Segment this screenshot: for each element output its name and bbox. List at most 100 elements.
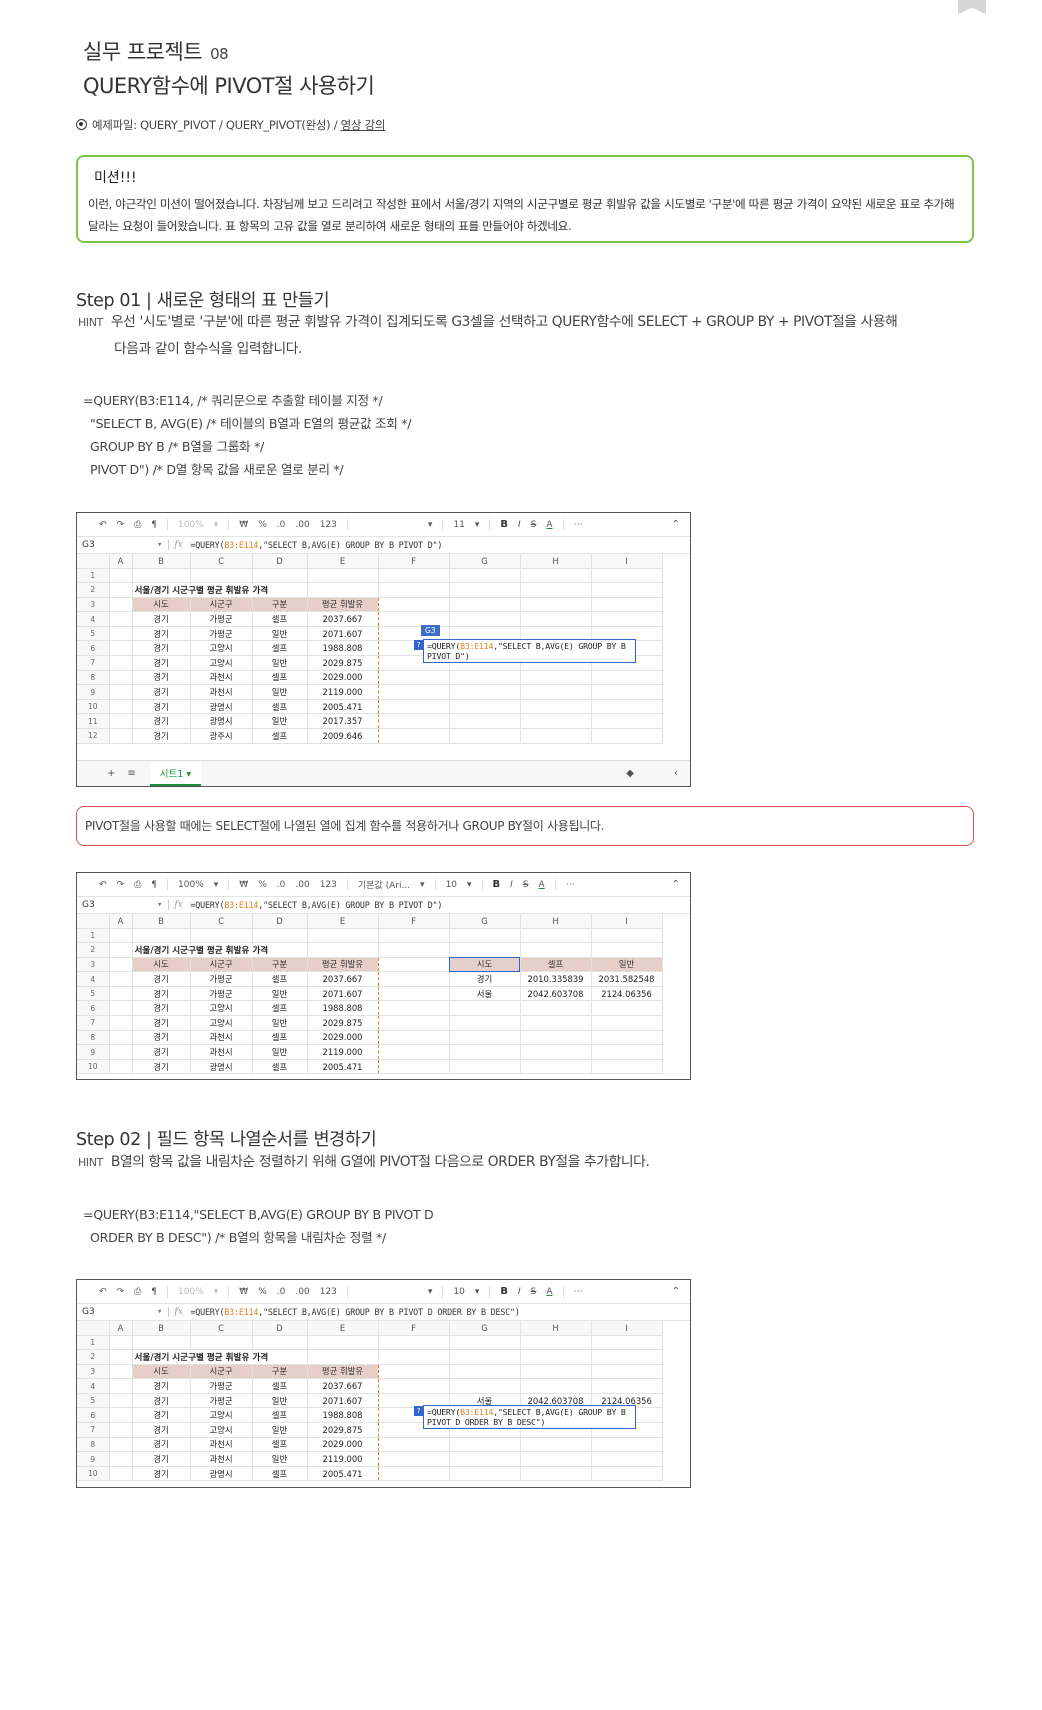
empty-cell[interactable] (591, 1466, 663, 1482)
empty-cell[interactable] (591, 597, 663, 613)
row-number[interactable]: 5 (77, 626, 110, 642)
header-cell[interactable]: 시도 (131, 957, 191, 973)
row-number[interactable]: 4 (77, 971, 110, 987)
strike-button[interactable]: S (531, 520, 537, 530)
data-cell[interactable]: 경기 (131, 670, 191, 686)
column-header[interactable]: F (378, 1321, 450, 1336)
row-number[interactable]: 6 (77, 1407, 110, 1424)
header-cell[interactable]: 시군구 (190, 597, 253, 613)
data-cell[interactable]: 셀프 (252, 1030, 308, 1046)
empty-cell[interactable] (449, 1364, 521, 1380)
currency-button[interactable]: ₩ (239, 1287, 248, 1297)
data-cell[interactable]: 경기 (131, 699, 191, 715)
data-cell[interactable]: 셀프 (252, 670, 308, 686)
row-number[interactable]: 3 (77, 1364, 110, 1380)
redo-icon[interactable]: ↷ (117, 1287, 125, 1297)
empty-cell[interactable] (520, 670, 592, 686)
font-size-select[interactable]: 10 (446, 880, 457, 890)
row-number[interactable]: 2 (77, 582, 110, 598)
row-number[interactable]: 5 (77, 1393, 110, 1409)
data-cell[interactable]: 경기 (131, 1378, 191, 1394)
undo-icon[interactable]: ↶ (99, 1287, 107, 1297)
empty-cell[interactable] (449, 597, 521, 613)
data-cell[interactable]: 경기 (131, 986, 191, 1002)
data-cell[interactable]: 셀프 (252, 1059, 308, 1075)
data-cell[interactable]: 2029.000 (307, 1030, 379, 1046)
zoom-select[interactable]: 100% (178, 880, 204, 890)
header-cell[interactable]: 평균 휘발유 (307, 1364, 379, 1380)
data-cell[interactable]: 가평군 (190, 971, 253, 987)
data-cell[interactable]: 2029.875 (307, 1015, 379, 1031)
bold-button[interactable]: B (500, 519, 508, 530)
column-header[interactable]: D (252, 1321, 308, 1336)
data-cell[interactable]: 고양시 (190, 655, 253, 671)
data-cell[interactable]: 가평군 (190, 1393, 253, 1409)
empty-cell[interactable] (520, 611, 592, 627)
data-cell[interactable]: 과천시 (190, 670, 253, 686)
data-cell[interactable]: 2071.607 (307, 986, 379, 1002)
empty-cell[interactable] (449, 1044, 521, 1060)
header-cell[interactable]: 시군구 (190, 1364, 253, 1380)
pivot-cell[interactable]: 서울 (449, 986, 521, 1002)
format-select[interactable]: 123 (320, 520, 337, 530)
data-cell[interactable]: 과천시 (190, 1451, 253, 1467)
empty-cell[interactable] (520, 597, 592, 613)
empty-cell[interactable] (520, 1466, 592, 1482)
row-number[interactable]: 10 (77, 699, 110, 715)
empty-cell[interactable] (449, 713, 521, 730)
empty-cell[interactable] (520, 1044, 592, 1060)
collapse-panel-icon[interactable]: ‹ (674, 768, 678, 779)
row-number[interactable]: 2 (77, 1349, 110, 1365)
column-header[interactable]: E (307, 1321, 379, 1336)
data-cell[interactable]: 셀프 (252, 1000, 308, 1017)
data-cell[interactable]: 1988.808 (307, 1407, 379, 1424)
data-cell[interactable]: 2037.667 (307, 1378, 379, 1394)
row-number[interactable]: 3 (77, 957, 110, 973)
empty-cell[interactable] (591, 699, 663, 715)
empty-cell[interactable] (449, 670, 521, 686)
more-icon[interactable]: ⋯ (574, 1287, 583, 1297)
zoom-select[interactable]: 100% (178, 520, 204, 530)
data-cell[interactable]: 1988.808 (307, 640, 379, 657)
format-select[interactable]: 123 (320, 1287, 337, 1297)
increase-decimal-button[interactable]: .00 (295, 1287, 309, 1297)
empty-cell[interactable] (520, 728, 592, 744)
data-cell[interactable]: 일반 (252, 684, 308, 700)
name-box[interactable]: G3 (77, 540, 157, 550)
empty-cell[interactable] (520, 1437, 592, 1453)
row-number[interactable]: 6 (77, 1000, 110, 1017)
column-header[interactable]: C (190, 1321, 253, 1336)
row-number[interactable]: 10 (77, 1466, 110, 1482)
data-cell[interactable]: 과천시 (190, 684, 253, 700)
data-cell[interactable]: 일반 (252, 713, 308, 730)
data-cell[interactable]: 광주시 (190, 728, 253, 744)
column-header[interactable]: H (520, 554, 592, 569)
empty-cell[interactable] (449, 1030, 521, 1046)
text-color-button[interactable]: A (546, 520, 552, 530)
data-cell[interactable]: 2029.875 (307, 655, 379, 671)
column-header[interactable]: A (109, 914, 133, 929)
pivot-cell[interactable]: 경기 (449, 971, 521, 987)
data-cell[interactable]: 셀프 (252, 1378, 308, 1394)
empty-cell[interactable] (591, 670, 663, 686)
column-header[interactable]: E (307, 914, 379, 929)
redo-icon[interactable]: ↷ (117, 520, 125, 530)
pivot-cell[interactable]: 2124.06356 (591, 986, 663, 1002)
undo-icon[interactable]: ↶ (99, 880, 107, 890)
data-cell[interactable]: 일반 (252, 1393, 308, 1409)
more-icon[interactable]: ⋯ (566, 880, 575, 890)
data-cell[interactable]: 경기 (131, 640, 191, 657)
text-color-button[interactable]: A (546, 1287, 552, 1297)
column-header[interactable]: D (252, 914, 308, 929)
data-cell[interactable]: 경기 (131, 1466, 191, 1482)
column-header[interactable]: E (307, 554, 379, 569)
column-header[interactable]: F (378, 554, 450, 569)
video-lecture-link[interactable]: 영상 강의 (341, 118, 386, 132)
data-cell[interactable]: 2029.000 (307, 670, 379, 686)
print-icon[interactable]: ⎙ (134, 1287, 141, 1297)
data-cell[interactable]: 가평군 (190, 986, 253, 1002)
row-number[interactable]: 7 (77, 1015, 110, 1031)
row-number[interactable]: 9 (77, 684, 110, 700)
pivot-cell[interactable]: 2042.603708 (520, 986, 592, 1002)
zoom-select[interactable]: 100% (178, 1287, 204, 1297)
